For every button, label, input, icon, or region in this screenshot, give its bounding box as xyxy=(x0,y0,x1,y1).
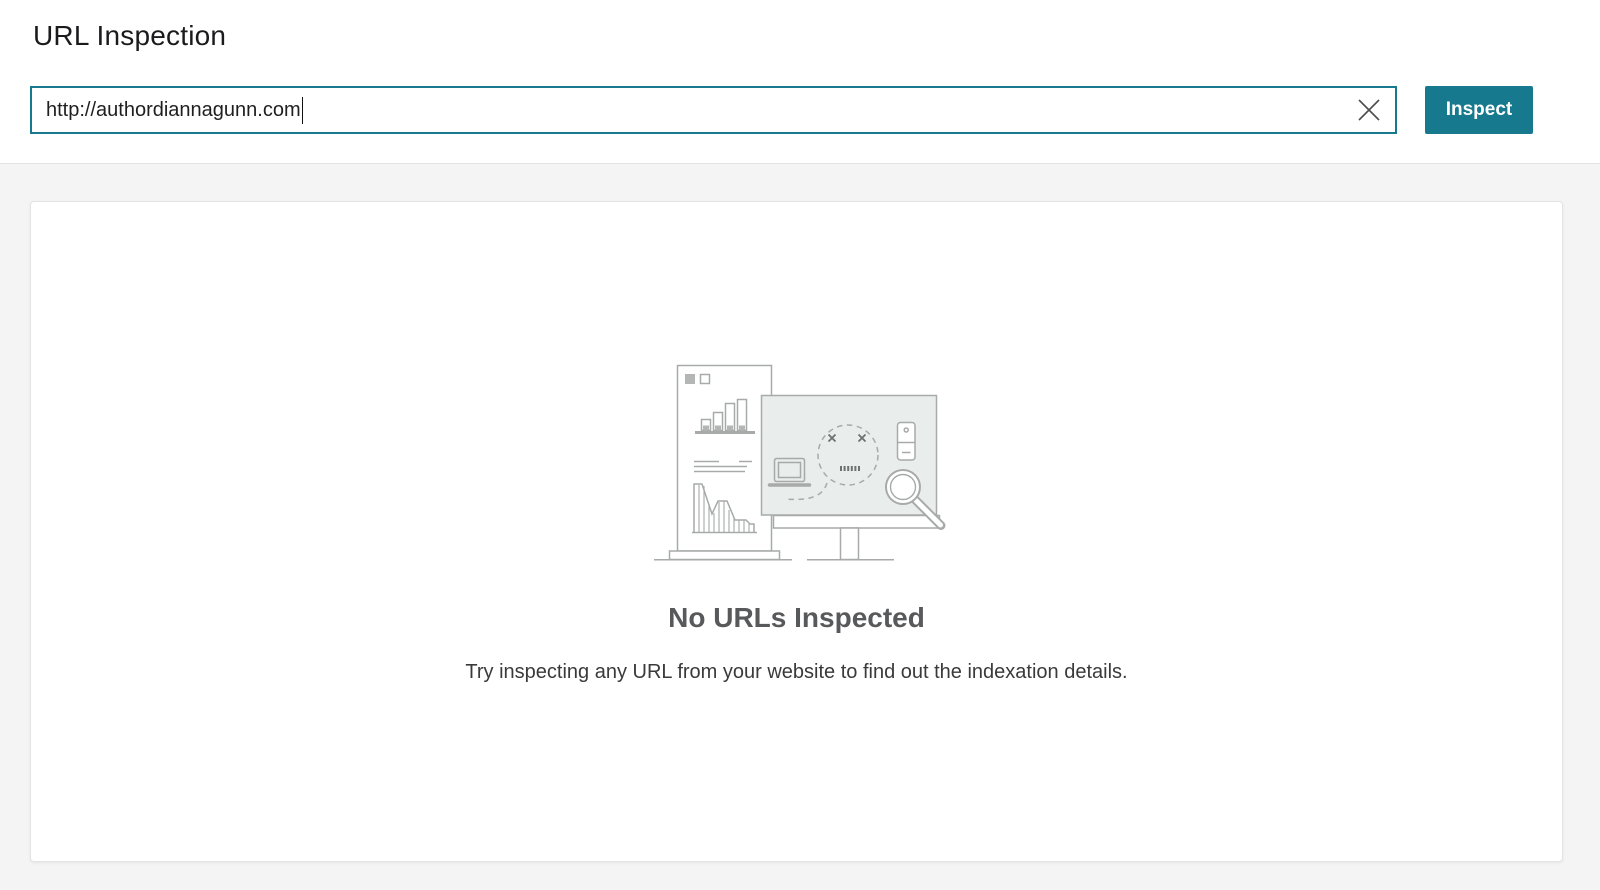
inspect-button[interactable]: Inspect xyxy=(1425,86,1533,134)
content-area: No URLs Inspected Try inspecting any URL… xyxy=(0,164,1600,890)
clear-input-button[interactable] xyxy=(1353,94,1385,126)
inspect-bar: http://authordiannagunn.com Inspect xyxy=(30,86,1533,134)
empty-state-illustration xyxy=(653,364,945,561)
empty-state-description: Try inspecting any URL from your website… xyxy=(465,661,1128,683)
header: URL Inspection http://authordiannagunn.c… xyxy=(0,0,1600,164)
phone-icon xyxy=(896,421,916,461)
close-icon xyxy=(1358,99,1380,121)
url-input-value: http://authordiannagunn.com xyxy=(46,98,301,121)
results-card: No URLs Inspected Try inspecting any URL… xyxy=(30,201,1563,862)
page-title: URL Inspection xyxy=(33,20,227,51)
url-input[interactable]: http://authordiannagunn.com xyxy=(30,86,1397,134)
empty-state-heading: No URLs Inspected xyxy=(668,602,925,633)
text-caret xyxy=(301,96,304,124)
